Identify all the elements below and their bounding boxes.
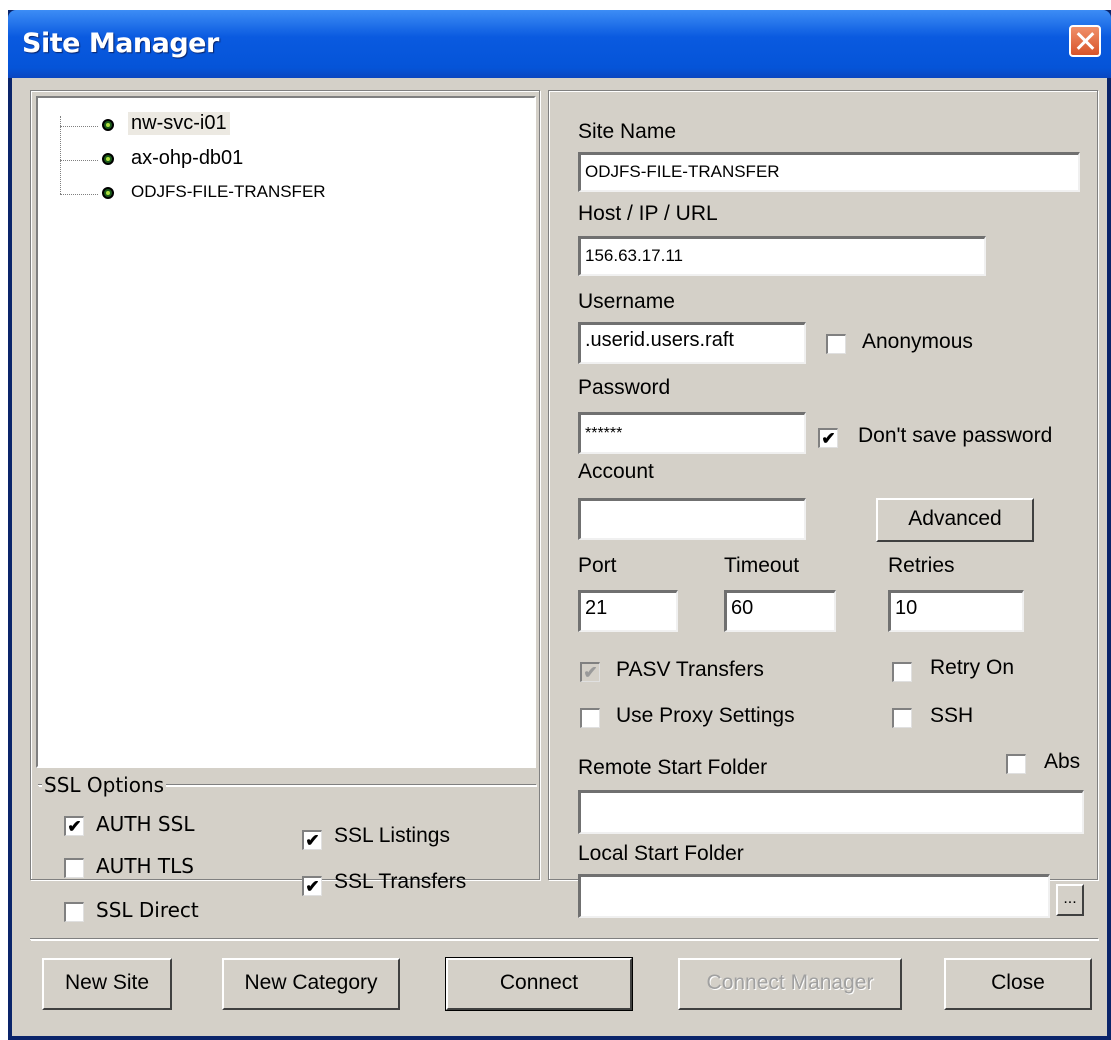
dialog-body: nw-svc-i01 ax-ohp-db01 ODJFS-FILE-TRANSF…: [12, 78, 1107, 1036]
window-title: Site Manager: [22, 28, 219, 59]
ssl-direct-label: SSL Direct: [96, 898, 199, 922]
auth-ssl-checkbox[interactable]: ✔: [64, 816, 84, 836]
username-input[interactable]: .userid.users.raft: [578, 322, 806, 364]
use-proxy-checkbox[interactable]: [580, 708, 600, 728]
close-window-icon[interactable]: [1069, 25, 1101, 57]
password-input[interactable]: ******: [578, 412, 806, 454]
remote-start-folder-input[interactable]: [578, 790, 1084, 834]
retries-label: Retries: [888, 554, 955, 577]
pasv-transfers-label: PASV Transfers: [616, 658, 764, 681]
separator: [30, 938, 1098, 940]
remote-start-folder-label: Remote Start Folder: [578, 756, 768, 779]
auth-ssl-label: AUTH SSL: [96, 812, 195, 836]
tree-line: [60, 160, 98, 161]
new-site-button[interactable]: New Site: [42, 958, 172, 1010]
connect-manager-button: Connect Manager: [678, 958, 902, 1010]
retries-input[interactable]: 10: [888, 590, 1024, 632]
advanced-button[interactable]: Advanced: [876, 498, 1034, 542]
ssl-direct-checkbox[interactable]: [64, 902, 84, 922]
anonymous-checkbox[interactable]: [826, 334, 846, 354]
pasv-transfers-checkbox: ✔: [580, 662, 600, 682]
local-start-folder-label: Local Start Folder: [578, 842, 744, 865]
ssl-group-label: SSL Options: [42, 773, 167, 797]
site-node-icon: [102, 153, 114, 165]
tree-item-ax-ohp-db01[interactable]: ax-ohp-db01: [131, 147, 243, 170]
auth-tls-label: AUTH TLS: [96, 854, 194, 878]
ssl-listings-label: SSL Listings: [334, 824, 450, 847]
ssh-checkbox[interactable]: [892, 708, 912, 728]
ssl-listings-checkbox[interactable]: ✔: [302, 830, 322, 850]
dont-save-password-label: Don't save password: [858, 424, 1053, 447]
dont-save-password-checkbox[interactable]: ✔: [818, 428, 838, 448]
port-label: Port: [578, 554, 617, 577]
tree-item-odjfs-file-transfer[interactable]: ODJFS-FILE-TRANSFER: [131, 182, 326, 202]
connect-button[interactable]: Connect: [445, 957, 633, 1011]
password-label: Password: [578, 376, 671, 399]
port-input[interactable]: 21: [578, 590, 678, 632]
new-category-button[interactable]: New Category: [222, 958, 400, 1010]
tree-item-nw-svc-i01[interactable]: nw-svc-i01: [128, 112, 230, 135]
anonymous-label: Anonymous: [862, 330, 973, 353]
site-manager-window: Site Manager nw-svc-i01 ax-ohp-db01 ODJF…: [8, 10, 1111, 1040]
retry-on-label: Retry On: [930, 656, 1015, 679]
username-label: Username: [578, 290, 675, 313]
host-input[interactable]: 156.63.17.11: [578, 236, 986, 276]
ssh-label: SSH: [930, 704, 974, 727]
site-node-icon: [102, 119, 114, 131]
timeout-label: Timeout: [724, 554, 800, 577]
site-name-input[interactable]: ODJFS-FILE-TRANSFER: [578, 152, 1080, 192]
abs-checkbox[interactable]: [1006, 754, 1026, 774]
site-name-label: Site Name: [578, 120, 677, 143]
retry-on-checkbox[interactable]: [892, 662, 912, 682]
use-proxy-label: Use Proxy Settings: [616, 704, 795, 727]
site-node-icon: [102, 187, 114, 199]
timeout-input[interactable]: 60: [724, 590, 836, 632]
site-tree[interactable]: nw-svc-i01 ax-ohp-db01 ODJFS-FILE-TRANSF…: [36, 96, 536, 768]
abs-label: Abs: [1044, 750, 1081, 773]
ssl-transfers-label: SSL Transfers: [334, 870, 467, 893]
account-input[interactable]: [578, 498, 806, 540]
close-button[interactable]: Close: [944, 958, 1092, 1010]
local-start-folder-input[interactable]: [578, 874, 1050, 918]
tree-line: [60, 116, 61, 194]
browse-button[interactable]: ...: [1056, 884, 1084, 916]
account-label: Account: [578, 460, 654, 483]
tree-line: [60, 194, 98, 195]
tree-line: [60, 126, 98, 127]
auth-tls-checkbox[interactable]: [64, 858, 84, 878]
ssl-transfers-checkbox[interactable]: ✔: [302, 876, 322, 896]
host-label: Host / IP / URL: [578, 202, 718, 225]
title-bar[interactable]: Site Manager: [8, 10, 1111, 78]
